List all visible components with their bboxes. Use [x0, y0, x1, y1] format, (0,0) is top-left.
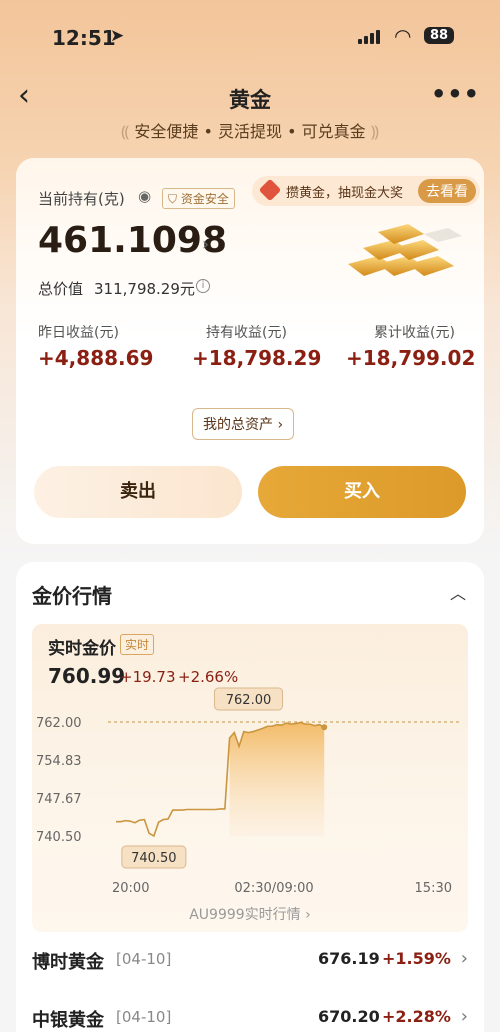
y-tick-label: 747.67: [36, 792, 82, 807]
holding-profit-label: 持有收益(元): [206, 325, 287, 341]
holding-label: 当前持有(克): [38, 190, 125, 208]
fund-name: 中银黄金: [32, 1010, 104, 1031]
sell-button[interactable]: 卖出: [34, 466, 242, 518]
y-tick-label: 754.83: [36, 754, 82, 769]
slogan-text: 安全便捷 • 灵活提现 • 可兑真金: [134, 122, 366, 141]
y-tick-label: 740.50: [36, 830, 82, 845]
location-arrow-icon: ➤: [110, 26, 125, 46]
market-card: 金价行情 ︿ 实时金价 实时 760.99 +19.73 +2.66% 762.…: [16, 562, 484, 1032]
battery-indicator: 88: [424, 27, 455, 44]
list-item[interactable]: 博时黄金 [04-10] 676.19 +1.59% ›: [32, 942, 468, 982]
page-title: 黄金: [229, 88, 271, 112]
fund-price: 670.20: [318, 1007, 380, 1026]
info-icon[interactable]: i: [196, 279, 210, 293]
status-bar: 12:51 ➤ ◠ 88: [0, 22, 500, 52]
yesterday-profit-label: 昨日收益(元): [38, 325, 119, 341]
safe-badge-label: 资金安全: [180, 192, 229, 206]
chevron-right-icon: ›: [460, 1006, 468, 1027]
safe-badge: ⛉ 资金安全: [162, 188, 235, 209]
buy-button[interactable]: 买入: [258, 466, 466, 518]
chevron-right-icon[interactable]: ›: [202, 234, 209, 255]
promo-button[interactable]: 去看看: [418, 179, 476, 203]
current-price: 760.99: [48, 664, 126, 688]
holding-amount[interactable]: 461.1098: [38, 220, 227, 261]
realtime-badge: 实时: [120, 634, 155, 655]
chevron-right-icon: ›: [460, 948, 468, 969]
price-change: +19.73: [120, 668, 176, 686]
market-title: 金价行情: [32, 584, 112, 608]
fund-date: [04-10]: [116, 950, 172, 968]
price-change-percent: +2.66%: [178, 668, 239, 686]
nav-bar: ‹ 黄金 •••: [0, 80, 500, 116]
low-label: 740.50: [131, 851, 177, 866]
realtime-feed-link[interactable]: AU9999实时行情 ›: [32, 904, 468, 924]
left-laurel-icon: ⸨: [121, 122, 135, 141]
signal-icon: [358, 28, 380, 44]
last-price-point: [321, 724, 328, 731]
fund-name: 博时黄金: [32, 952, 104, 973]
realtime-label: 实时金价: [48, 639, 116, 659]
gold-bars-icon: [348, 224, 462, 276]
price-chart[interactable]: 762.00 754.83 747.67 740.50 762.00 740.50 20:0…: [32, 686, 468, 906]
yesterday-profit-value: +4,888.69: [38, 346, 154, 370]
status-time: 12:51: [52, 26, 116, 50]
cumulative-profit-value: +18,799.02: [346, 346, 476, 370]
total-value-label: 总价值: [38, 280, 84, 298]
wifi-icon: ◠: [394, 24, 412, 48]
promo-text: 攒黄金，抽现金大奖: [286, 186, 404, 201]
holding-profit-value: +18,798.29: [192, 346, 322, 370]
price-area: [229, 722, 325, 836]
x-tick-label: 02:30/09:00: [234, 881, 313, 896]
x-tick-label: 20:00: [112, 881, 149, 896]
shield-icon: ⛉: [168, 192, 181, 206]
holding-card: 当前持有(克) ◉ ⛉ 资金安全 攒黄金，抽现金大奖 去看看 461.1098 …: [16, 158, 484, 544]
high-label: 762.00: [226, 693, 272, 708]
fund-change: +2.28%: [382, 1007, 451, 1026]
eye-icon[interactable]: ◉: [138, 187, 151, 205]
fund-date: [04-10]: [116, 1008, 172, 1026]
cumulative-profit-label: 累计收益(元): [374, 325, 455, 341]
right-laurel-icon: ⸩: [370, 122, 379, 141]
list-item[interactable]: 中银黄金 [04-10] 670.20 +2.28% ›: [32, 1000, 468, 1032]
fund-change: +1.59%: [382, 949, 451, 968]
fund-price: 676.19: [318, 949, 380, 968]
more-icon[interactable]: •••: [431, 80, 480, 108]
slogan: ⸨ 安全便捷 • 灵活提现 • 可兑真金 ⸩: [0, 118, 500, 142]
total-assets-button[interactable]: 我的总资产 ›: [192, 408, 295, 440]
promo-banner[interactable]: 攒黄金，抽现金大奖 去看看: [252, 176, 480, 206]
x-tick-label: 15:30: [415, 881, 452, 896]
price-chart-panel: 实时金价 实时 760.99 +19.73 +2.66% 762.00 754.8…: [32, 624, 468, 932]
total-value: 311,798.29元: [94, 280, 195, 298]
y-tick-label: 762.00: [36, 716, 82, 731]
chevron-up-icon[interactable]: ︿: [450, 580, 466, 604]
red-packet-icon: [258, 178, 282, 202]
